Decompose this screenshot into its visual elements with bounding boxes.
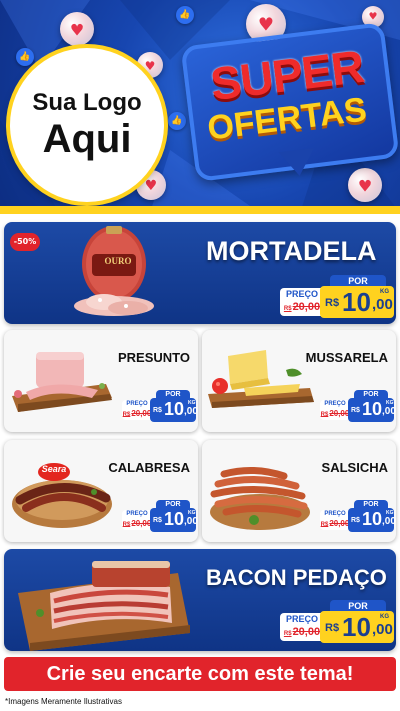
product-title: BACON PEDAÇO [206, 565, 387, 590]
thumbs-up-icon: 👍 [176, 6, 194, 24]
calabresa-package-brand: Seara [41, 464, 67, 474]
product-card-bacon[interactable]: BACON PEDAÇO POR PREÇO R$20,00 R$ 10 ,00… [4, 549, 396, 651]
preco-label: PREÇO [126, 401, 148, 407]
create-flyer-cta-button[interactable]: Crie seu encarte com este tema! [4, 657, 396, 691]
old-price-box: PREÇO R$20,00 [280, 288, 324, 316]
thumbs-up-icon: 👍 [168, 112, 186, 130]
product-card-mortadela[interactable]: OURO MORTADELA POR PREÇO R$20,00 R$ 10 ,… [4, 222, 396, 324]
product-card-presunto[interactable]: PRESUNTO POR PREÇO R$20,00 R$ 10 ,00 KG [4, 330, 198, 432]
old-price-box: PREÇO R$20,00 [320, 510, 350, 530]
preco-label: PREÇO [126, 511, 148, 517]
preco-label: PREÇO [285, 289, 318, 299]
old-price-box: PREÇO R$20,00 [320, 400, 350, 420]
header-banner: ♥ ♥ ♥ ♥ ♥ ♥ 👍 👍 👍 Sua Logo Aqui SUPER OF… [0, 0, 400, 213]
old-price-box: PREÇO R$20,00 [122, 510, 152, 530]
flyer-page: ♥ ♥ ♥ ♥ ♥ ♥ 👍 👍 👍 Sua Logo Aqui SUPER OF… [0, 0, 400, 711]
product-card-salsicha[interactable]: SALSICHA POR PREÇO R$20,00 R$ 10 ,00 KG [202, 440, 396, 542]
product-card-mussarela[interactable]: MUSSARELA POR PREÇO R$20,00 R$ 10 ,00 KG [202, 330, 396, 432]
old-price: R$20,00 [320, 519, 350, 528]
preco-label: PREÇO [285, 614, 318, 624]
product-title: MUSSARELA [305, 350, 388, 365]
product-title: MORTADELA [206, 236, 377, 266]
logo-placeholder[interactable]: Sua Logo Aqui [10, 48, 164, 202]
old-price: R$20,00 [122, 409, 152, 418]
old-price: R$20,00 [283, 626, 321, 638]
current-price: R$ 10 ,00 KG [348, 398, 396, 422]
salsicha-image [210, 467, 310, 530]
header-divider [0, 206, 400, 214]
current-price: R$ 10 ,00 KG [150, 398, 198, 422]
old-price: R$20,00 [283, 301, 321, 313]
old-price-box: PREÇO R$20,00 [280, 613, 324, 641]
old-price-box: PREÇO R$20,00 [122, 400, 152, 420]
super-ofertas-badge: SUPER OFERTAS [180, 22, 400, 184]
current-price: R$ 10 ,00 KG [150, 508, 198, 532]
old-price: R$20,00 [122, 519, 152, 528]
current-price: R$ 10 ,00 KG [320, 286, 394, 318]
mortadela-image [74, 226, 154, 316]
thumbs-up-icon: 👍 [16, 48, 34, 66]
speech-bubble-tail [278, 147, 318, 179]
mussarela-image [208, 350, 314, 408]
old-price: R$20,00 [320, 409, 350, 418]
current-price: R$ 10 ,00 KG [320, 611, 394, 643]
presunto-image [12, 352, 112, 412]
logo-text-line1: Sua Logo [32, 89, 142, 116]
disclaimer-text: *Imagens Meramente Ilustrativas [5, 697, 122, 706]
preco-label: PREÇO [324, 511, 346, 517]
logo-text-line2: Aqui [42, 117, 132, 161]
mortadela-package-brand: OURO [104, 256, 132, 266]
current-price: R$ 10 ,00 KG [348, 508, 396, 532]
product-title: PRESUNTO [118, 350, 190, 365]
product-card-calabresa[interactable]: Seara CALABRESA POR PREÇO R$20,00 R$ 10 … [4, 440, 198, 542]
product-title: SALSICHA [321, 460, 388, 475]
product-title: CALABRESA [108, 460, 190, 475]
heart-bubble-icon: ♥ [60, 12, 94, 46]
preco-label: PREÇO [324, 401, 346, 407]
bacon-image [18, 561, 190, 651]
discount-badge: -50% [10, 233, 40, 251]
